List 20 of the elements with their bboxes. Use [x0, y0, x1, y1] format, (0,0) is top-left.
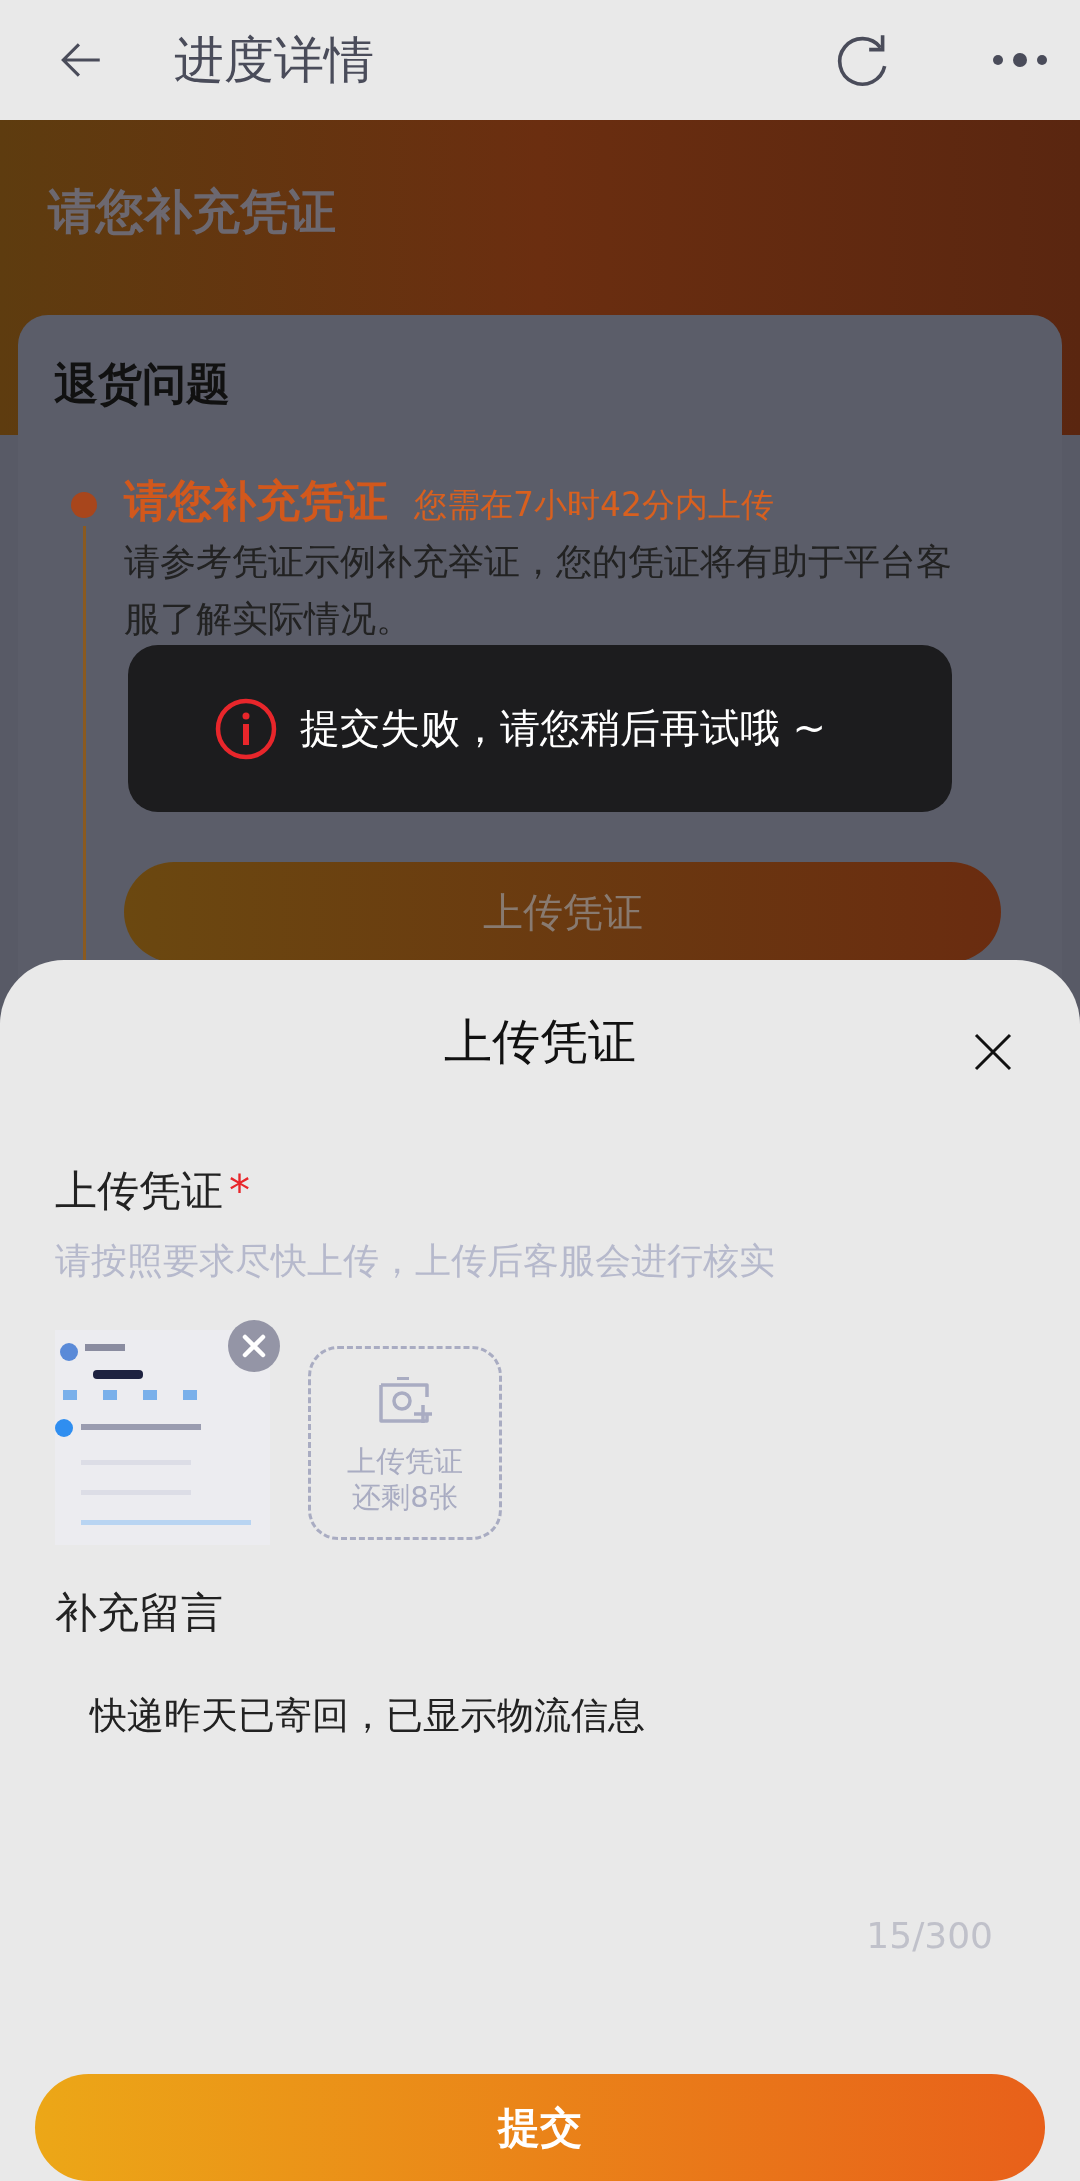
message-field[interactable]: 快递昨天已寄回，已显示物流信息 — [35, 1681, 1045, 1896]
close-icon[interactable] — [973, 1032, 1013, 1072]
banner-title: 请您补充凭证 — [48, 182, 337, 241]
info-icon — [213, 696, 278, 761]
more-icon[interactable] — [990, 52, 1050, 68]
field-label: 补充留言 — [54, 1587, 223, 1640]
required-mark: * — [229, 1166, 250, 1216]
card-title: 退货问题 — [54, 357, 231, 411]
page-title: 进度详情 — [174, 29, 374, 91]
submit-button[interactable]: 提交 — [35, 2074, 1045, 2181]
add-photo-button[interactable]: 上传凭证 还剩8张 — [308, 1346, 502, 1541]
deadline-text: 您需在7小时42分内上传 — [414, 484, 774, 526]
sheet-title: 上传凭证 — [444, 1011, 636, 1071]
toast-message: 提交失败，请您稍后再试哦 ~ — [299, 704, 827, 753]
remove-photo-icon[interactable] — [228, 1320, 280, 1373]
field-label: 上传凭证 — [55, 1166, 223, 1216]
step-title: 请您补充凭证 — [124, 474, 388, 528]
timeline-dot — [71, 492, 97, 518]
upload-button[interactable]: 上传凭证 — [124, 862, 1001, 962]
paragraph: 请参考凭证示例补充举证，您的凭证将有助于平台客服了解实际情况。 — [124, 540, 953, 641]
